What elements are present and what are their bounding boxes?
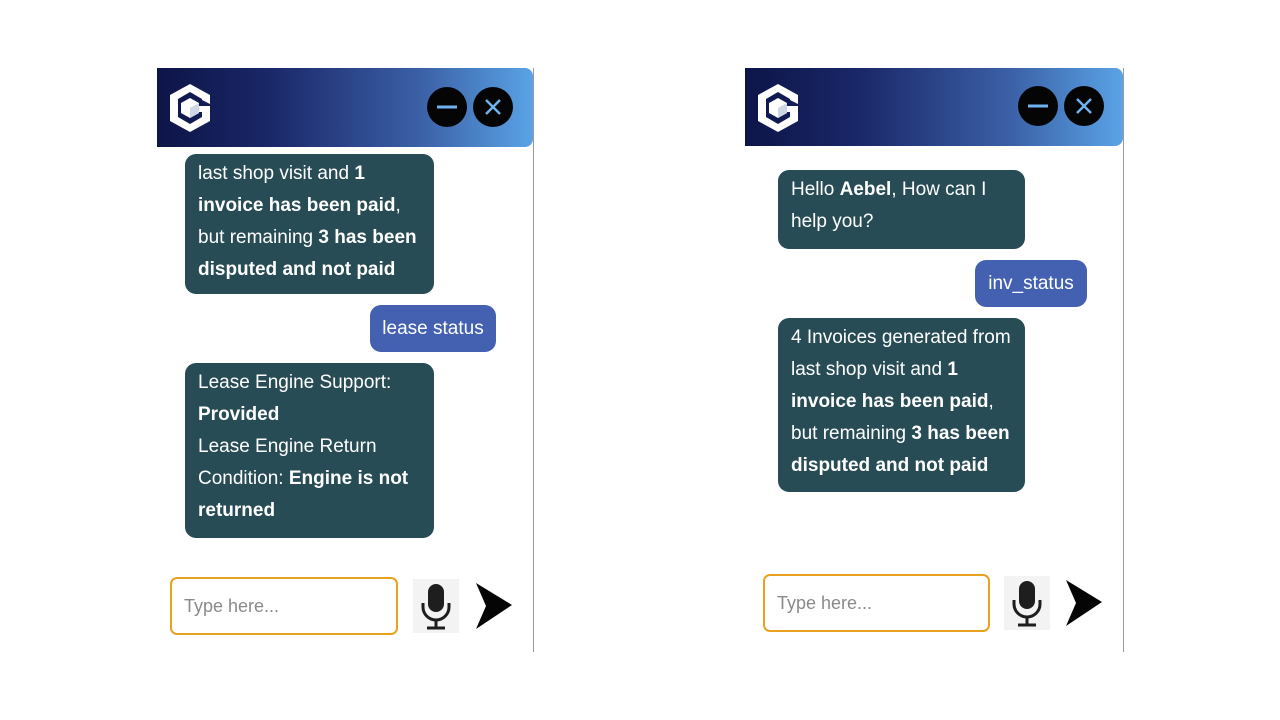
- message-line: Hello Aebel, How can I: [791, 174, 1012, 206]
- chat-window-right: Hello Aebel, How can I help you? inv_stat…: [745, 68, 1124, 652]
- message-line: last shop visit and 1: [198, 158, 421, 190]
- message-line: but remaining 3 has been: [791, 418, 1012, 450]
- chat-window-left: last shop visit and 1 invoice has been pa…: [157, 68, 534, 652]
- user-message: lease status: [370, 305, 496, 352]
- message-text-bold: 1: [354, 163, 365, 184]
- user-message: inv_status: [975, 260, 1087, 307]
- message-line: Lease Engine Support:: [198, 367, 421, 399]
- chat-header: [745, 68, 1123, 146]
- message-text-bold: 3 has been: [911, 423, 1010, 444]
- microphone-icon: [421, 584, 451, 630]
- minimize-icon: [1028, 104, 1048, 108]
- bot-message: 4 Invoices generated from last shop visit…: [778, 318, 1025, 492]
- message-text: ,: [988, 391, 994, 412]
- message-text: Condition:: [198, 468, 289, 489]
- microphone-button[interactable]: [1004, 576, 1050, 630]
- message-text: help you?: [791, 211, 874, 232]
- message-text-bold: invoice has been paid: [791, 391, 989, 412]
- message-text: Lease Engine Return: [198, 436, 377, 457]
- message-text-bold: 3 has been: [318, 227, 417, 248]
- send-icon: [476, 583, 512, 629]
- message-text-bold: 1: [947, 359, 958, 380]
- message-input-box: [170, 577, 398, 635]
- message-text-bold: Engine is not: [288, 468, 409, 489]
- message-line: invoice has been paid,: [198, 190, 421, 222]
- message-text: Lease Engine Support:: [198, 372, 392, 393]
- message-text-bold: Aebel: [839, 179, 892, 200]
- message-text-bold: disputed and not paid: [791, 455, 989, 476]
- bot-message: Lease Engine Support: Provided Lease Engin…: [185, 363, 434, 538]
- minimize-button[interactable]: [1018, 86, 1058, 126]
- cube-logo-icon: [758, 84, 798, 132]
- message-text-bold: returned: [198, 500, 276, 521]
- microphone-icon: [1012, 581, 1042, 627]
- message-text-bold: invoice has been paid: [198, 195, 396, 216]
- message-text-bold: disputed and not paid: [198, 259, 396, 280]
- message-input[interactable]: [172, 579, 396, 633]
- send-icon: [1066, 580, 1102, 626]
- message-input[interactable]: [765, 576, 988, 630]
- send-button[interactable]: [472, 579, 516, 633]
- message-text: last shop visit and: [198, 163, 355, 184]
- message-text: 4 Invoices generated from: [791, 327, 1011, 348]
- close-button[interactable]: [473, 87, 513, 127]
- message-line: but remaining 3 has been: [198, 222, 421, 254]
- message-line: Lease Engine Return: [198, 431, 421, 463]
- message-text-bold: Provided: [198, 404, 280, 425]
- message-text: last shop visit and: [791, 359, 948, 380]
- close-icon: [1076, 98, 1092, 114]
- message-text: but remaining: [198, 227, 319, 248]
- message-line: returned: [198, 495, 421, 527]
- message-line: invoice has been paid,: [791, 386, 1012, 418]
- close-icon: [485, 99, 501, 115]
- send-button[interactable]: [1062, 576, 1106, 630]
- message-line: last shop visit and 1: [791, 354, 1012, 386]
- close-button[interactable]: [1064, 86, 1104, 126]
- message-line: help you?: [791, 206, 1012, 238]
- bot-message: last shop visit and 1 invoice has been pa…: [185, 154, 434, 294]
- message-line: Condition: Engine is not: [198, 463, 421, 495]
- minimize-icon: [437, 105, 457, 109]
- message-text: but remaining: [791, 423, 912, 444]
- message-text: Hello: [791, 179, 840, 200]
- message-line: Provided: [198, 399, 421, 431]
- minimize-button[interactable]: [427, 87, 467, 127]
- chat-header: [157, 68, 533, 147]
- message-text: ,: [395, 195, 401, 216]
- message-line: disputed and not paid: [198, 254, 421, 286]
- message-input-box: [763, 574, 990, 632]
- message-line: 4 Invoices generated from: [791, 322, 1012, 354]
- microphone-button[interactable]: [413, 579, 459, 633]
- message-line: disputed and not paid: [791, 450, 1012, 482]
- message-text: , How can I: [891, 179, 987, 200]
- cube-logo-icon: [170, 84, 210, 132]
- bot-greeting-message: Hello Aebel, How can I help you?: [778, 170, 1025, 249]
